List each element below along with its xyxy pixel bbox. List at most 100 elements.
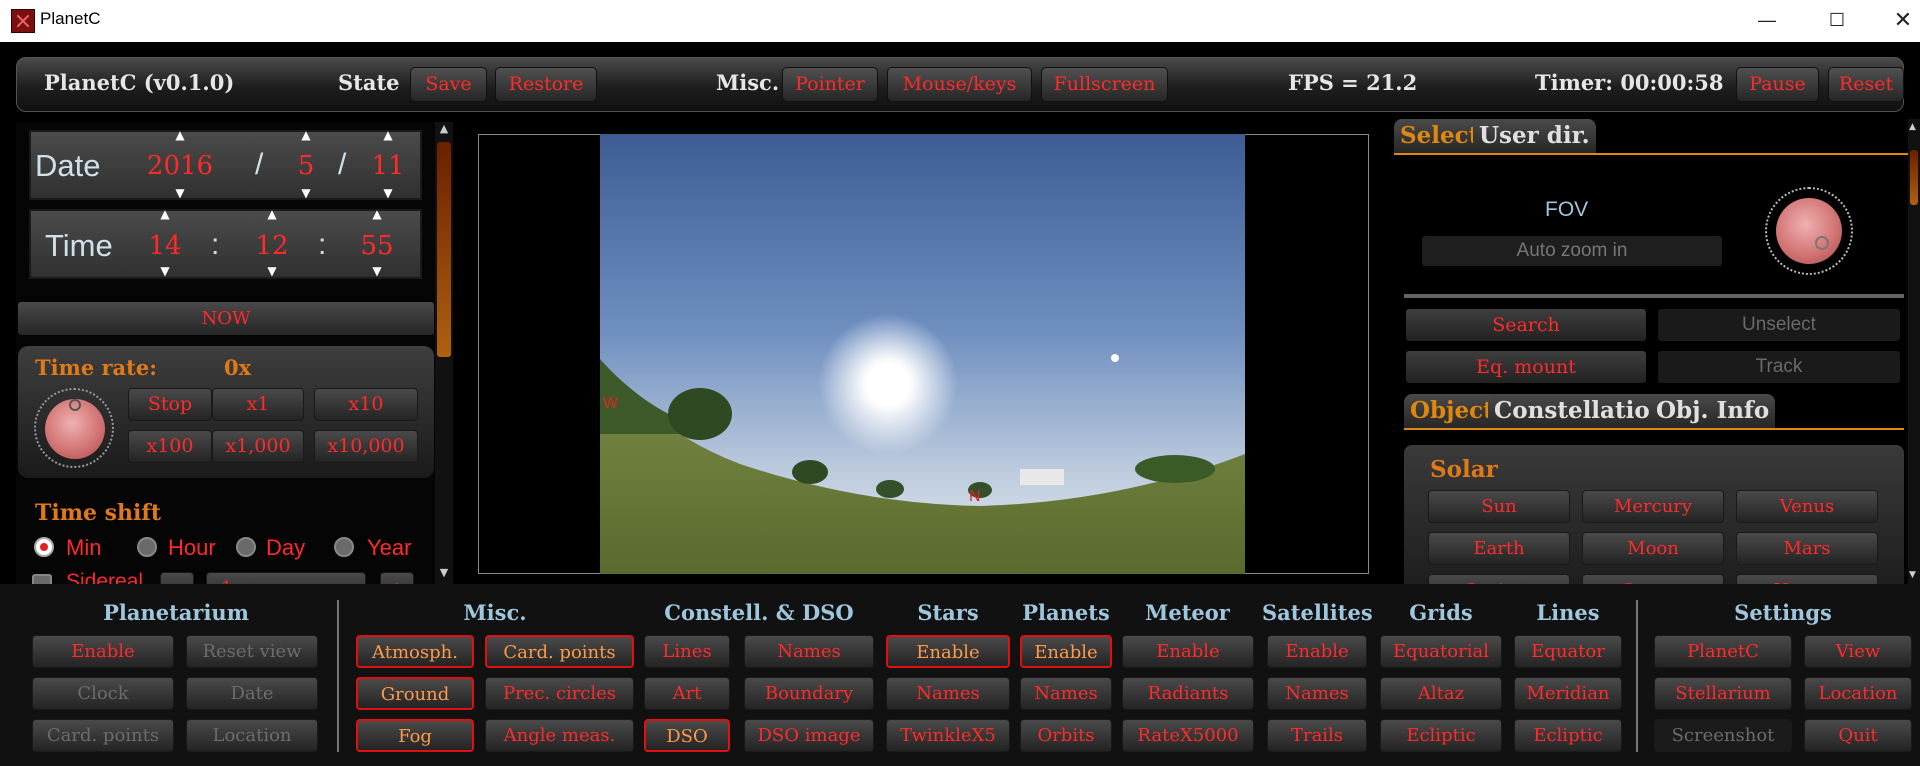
day-value[interactable]: 11 — [368, 151, 408, 181]
solar-sun-button[interactable]: Sun — [1428, 490, 1570, 523]
mouse-keys-button[interactable]: Mouse/keys — [887, 67, 1032, 102]
second-down-arrow-icon[interactable]: ▼ — [367, 264, 387, 278]
solar-jupiter-button[interactable]: Jupiter — [1428, 574, 1570, 584]
solar-mercury-button[interactable]: Mercury — [1582, 490, 1724, 523]
radio-min[interactable] — [34, 537, 54, 557]
planets-enable-button[interactable]: Enable — [1020, 635, 1112, 668]
minute-up-arrow-icon[interactable]: ▲ — [262, 207, 282, 221]
atmosphere-button[interactable]: Atmosph. — [356, 635, 474, 668]
shift-minus-button[interactable]: - — [160, 572, 194, 584]
tab-constellation[interactable]: Constellation — [1488, 394, 1673, 428]
reset-button[interactable]: Reset — [1828, 67, 1904, 102]
angle-meas-button[interactable]: Angle meas. — [485, 719, 634, 752]
year-value[interactable]: 2016 — [140, 151, 220, 181]
planetarium-enable-button[interactable]: Enable — [32, 635, 174, 668]
second-value[interactable]: 55 — [357, 231, 397, 261]
shift-amount-field[interactable]: 1 — [206, 572, 366, 584]
trails-button[interactable]: Trails — [1267, 719, 1367, 752]
rate-x10000-button[interactable]: x10,000 — [314, 430, 418, 463]
radio-day-label[interactable]: Day — [266, 535, 305, 561]
pause-button[interactable]: Pause — [1736, 67, 1819, 102]
sky-view[interactable] — [600, 134, 1245, 574]
meteor-rate-button[interactable]: RateX5000 — [1122, 719, 1254, 752]
orbits-button[interactable]: Orbits — [1020, 719, 1112, 752]
location-settings-button[interactable]: Location — [1804, 677, 1912, 710]
hour-down-arrow-icon[interactable]: ▼ — [155, 264, 175, 278]
solar-saturn-button[interactable]: Saturn — [1582, 574, 1724, 584]
radio-day[interactable] — [236, 537, 256, 557]
clock-button[interactable]: Clock — [32, 677, 174, 710]
tab-user-dir[interactable]: User dir. — [1473, 119, 1596, 153]
hour-value[interactable]: 14 — [145, 231, 185, 261]
ecliptic-grid-button[interactable]: Ecliptic — [1380, 719, 1502, 752]
meridian-line-button[interactable]: Meridian — [1514, 677, 1622, 710]
planetarium-location-button[interactable]: Location — [186, 719, 318, 752]
stars-enable-button[interactable]: Enable — [886, 635, 1010, 668]
save-button[interactable]: Save — [410, 67, 487, 102]
auto-zoom-button[interactable]: Auto zoom in — [1422, 236, 1722, 266]
date-button[interactable]: Date — [186, 677, 318, 710]
radiants-button[interactable]: Radiants — [1122, 677, 1254, 710]
maximize-button[interactable]: ☐ — [1802, 0, 1872, 42]
solar-earth-button[interactable]: Earth — [1428, 532, 1570, 565]
fog-button[interactable]: Fog — [356, 719, 474, 752]
satellites-enable-button[interactable]: Enable — [1267, 635, 1367, 668]
right-scroll-down-icon[interactable]: ▼ — [1909, 570, 1919, 582]
solar-moon-button[interactable]: Moon — [1582, 532, 1724, 565]
month-up-arrow-icon[interactable]: ▲ — [296, 128, 316, 142]
constell-boundary-button[interactable]: Boundary — [744, 677, 874, 710]
planets-names-button[interactable]: Names — [1020, 677, 1112, 710]
pointer-button[interactable]: Pointer — [782, 67, 878, 102]
search-button[interactable]: Search — [1406, 309, 1646, 341]
hour-up-arrow-icon[interactable]: ▲ — [155, 207, 175, 221]
planetarium-card-points-button[interactable]: Card. points — [32, 719, 174, 752]
solar-mars-button[interactable]: Mars — [1736, 532, 1878, 565]
planetc-settings-button[interactable]: PlanetC — [1654, 635, 1792, 668]
satellites-names-button[interactable]: Names — [1267, 677, 1367, 710]
now-button[interactable]: NOW — [18, 302, 434, 335]
solar-venus-button[interactable]: Venus — [1736, 490, 1878, 523]
month-down-arrow-icon[interactable]: ▼ — [296, 186, 316, 200]
shift-plus-button[interactable]: + — [380, 572, 414, 584]
minute-value[interactable]: 12 — [252, 231, 292, 261]
tab-select[interactable]: Select — [1394, 119, 1486, 153]
radio-year-label[interactable]: Year — [367, 535, 411, 561]
minute-down-arrow-icon[interactable]: ▼ — [262, 264, 282, 278]
sidereal-checkbox[interactable] — [32, 574, 52, 584]
prec-circles-button[interactable]: Prec. circles — [485, 677, 634, 710]
ground-button[interactable]: Ground — [356, 677, 474, 710]
rate-stop-button[interactable]: Stop — [128, 388, 212, 421]
equator-line-button[interactable]: Equator — [1514, 635, 1622, 668]
tab-object[interactable]: Object — [1404, 394, 1500, 428]
misc-card-points-button[interactable]: Card. points — [485, 635, 634, 668]
reset-view-button[interactable]: Reset view — [186, 635, 318, 668]
day-down-arrow-icon[interactable]: ▼ — [378, 186, 398, 200]
rate-x1-button[interactable]: x1 — [212, 388, 304, 421]
stars-names-button[interactable]: Names — [886, 677, 1010, 710]
equatorial-grid-button[interactable]: Equatorial — [1380, 635, 1502, 668]
ecliptic-line-button[interactable]: Ecliptic — [1514, 719, 1622, 752]
rate-x10-button[interactable]: x10 — [314, 388, 418, 421]
constell-art-button[interactable]: Art — [644, 677, 730, 710]
dso-button[interactable]: DSO — [644, 719, 730, 752]
fullscreen-button[interactable]: Fullscreen — [1041, 67, 1168, 102]
left-scrollbar-thumb[interactable] — [437, 142, 451, 357]
constell-lines-button[interactable]: Lines — [644, 635, 730, 668]
unselect-button[interactable]: Unselect — [1658, 309, 1900, 341]
meteor-enable-button[interactable]: Enable — [1122, 635, 1254, 668]
restore-button[interactable]: Restore — [495, 67, 597, 102]
right-scrollbar-thumb[interactable] — [1910, 150, 1918, 205]
scroll-down-arrow-icon[interactable]: ▼ — [436, 566, 452, 584]
scroll-up-arrow-icon[interactable]: ▲ — [436, 122, 452, 140]
radio-min-label[interactable]: Min — [66, 535, 101, 561]
altaz-grid-button[interactable]: Altaz — [1380, 677, 1502, 710]
sidereal-label[interactable]: Sidereal — [66, 572, 143, 584]
rate-x100-button[interactable]: x100 — [128, 430, 212, 463]
screenshot-button[interactable]: Screenshot — [1654, 719, 1792, 752]
fov-knob-icon[interactable] — [1776, 198, 1842, 264]
month-value[interactable]: 5 — [286, 151, 326, 181]
tab-obj-info[interactable]: Obj. Info — [1650, 394, 1776, 428]
close-button[interactable]: ✕ — [1868, 0, 1920, 42]
radio-year[interactable] — [334, 537, 354, 557]
view-settings-button[interactable]: View — [1804, 635, 1912, 668]
